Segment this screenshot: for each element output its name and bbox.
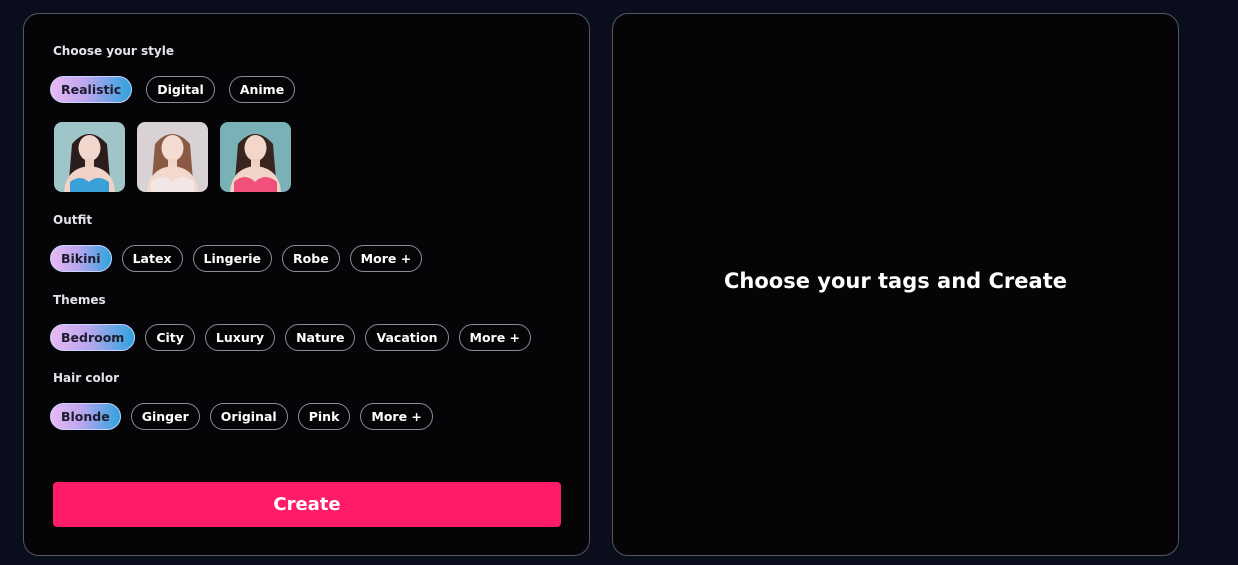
style-section-label: Choose your style <box>53 44 174 58</box>
style-thumbnail-2[interactable] <box>137 122 208 192</box>
theme-chip-bedroom[interactable]: Bedroom <box>50 324 136 351</box>
options-panel: Choose your style Realistic Digital Anim… <box>23 13 590 556</box>
outfit-chip-row: Bikini Latex Lingerie Robe More + <box>50 245 423 272</box>
style-chip-digital[interactable]: Digital <box>146 76 215 103</box>
hair-more-button[interactable]: More + <box>360 403 433 430</box>
style-thumbnail-3[interactable] <box>220 122 291 192</box>
themes-section-label: Themes <box>53 293 106 307</box>
theme-chip-luxury[interactable]: Luxury <box>204 324 276 351</box>
outfit-chip-latex[interactable]: Latex <box>121 245 183 272</box>
themes-chip-row: Bedroom City Luxury Nature Vacation More… <box>50 324 532 351</box>
style-chip-realistic[interactable]: Realistic <box>50 76 133 103</box>
style-chip-row: Realistic Digital Anime <box>50 76 296 103</box>
hair-chip-ginger[interactable]: Ginger <box>130 403 200 430</box>
hair-chip-original[interactable]: Original <box>209 403 288 430</box>
theme-chip-city[interactable]: City <box>145 324 195 351</box>
style-thumbnail-row <box>54 122 291 192</box>
hair-section-label: Hair color <box>53 371 119 385</box>
create-button[interactable]: Create <box>53 482 561 527</box>
theme-chip-nature[interactable]: Nature <box>285 324 356 351</box>
outfit-chip-bikini[interactable]: Bikini <box>50 245 112 272</box>
hair-chip-pink[interactable]: Pink <box>297 403 351 430</box>
outfit-more-button[interactable]: More + <box>349 245 423 272</box>
outfit-chip-lingerie[interactable]: Lingerie <box>192 245 273 272</box>
themes-more-button[interactable]: More + <box>458 324 532 351</box>
preview-panel: Choose your tags and Create <box>612 13 1179 556</box>
style-thumbnail-1[interactable] <box>54 122 125 192</box>
style-chip-anime[interactable]: Anime <box>228 76 296 103</box>
theme-chip-vacation[interactable]: Vacation <box>365 324 449 351</box>
outfit-section-label: Outfit <box>53 213 93 227</box>
hair-chip-blonde[interactable]: Blonde <box>50 403 121 430</box>
outfit-chip-robe[interactable]: Robe <box>282 245 340 272</box>
preview-placeholder-text: Choose your tags and Create <box>724 269 1067 293</box>
hair-chip-row: Blonde Ginger Original Pink More + <box>50 403 433 430</box>
